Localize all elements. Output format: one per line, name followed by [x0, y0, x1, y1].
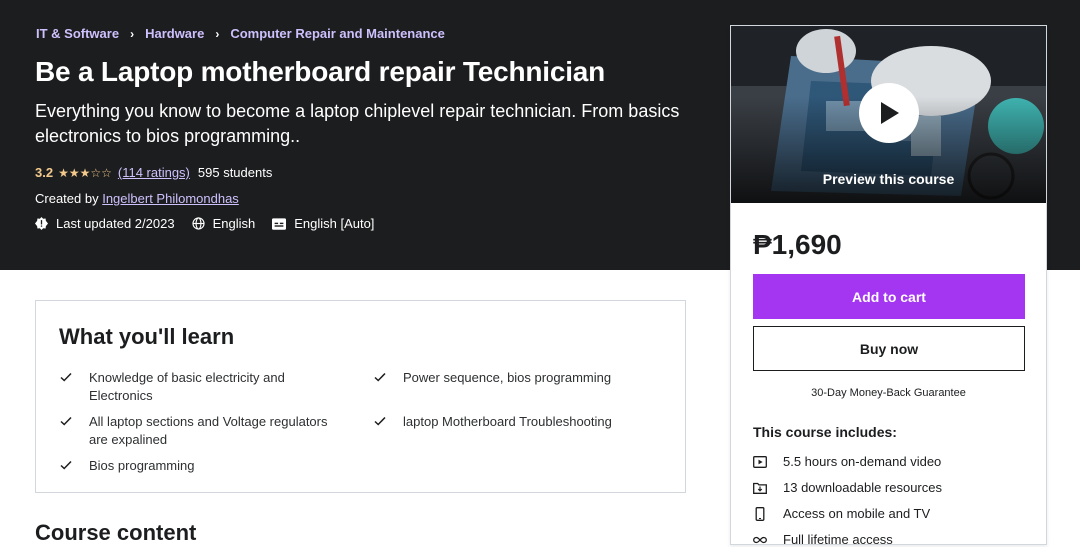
preview-label: Preview this course [822, 171, 955, 187]
course-preview-video[interactable]: Preview this course [731, 26, 1046, 203]
check-icon [60, 372, 72, 382]
learn-item: All laptop sections and Voltage regulato… [59, 413, 349, 449]
learn-item: Bios programming [59, 457, 349, 475]
course-meta: Last updated 2/2023 English English [Aut… [35, 216, 391, 231]
play-button[interactable] [859, 83, 919, 143]
includes-title: This course includes: [753, 424, 897, 440]
buy-now-button[interactable]: Buy now [753, 326, 1025, 371]
ratings-count-link[interactable]: (114 ratings) [118, 165, 190, 180]
instructor-link[interactable]: Ingelbert Philomondhas [102, 191, 239, 206]
includes-item: 5.5 hours on-demand video [753, 454, 941, 469]
breadcrumb-computer-repair[interactable]: Computer Repair and Maintenance [230, 26, 445, 41]
course-content-heading: Course content [35, 520, 197, 545]
last-updated: Last updated 2/2023 [35, 216, 175, 231]
breadcrumb-it-software[interactable]: IT & Software [36, 26, 119, 41]
closed-captions-icon [272, 217, 287, 230]
created-by-label: Created by [35, 191, 99, 206]
download-icon [753, 482, 767, 494]
check-icon [374, 416, 386, 426]
check-icon [60, 460, 72, 470]
includes-item: Access on mobile and TV [753, 506, 930, 521]
includes-item: Full lifetime access [753, 532, 893, 547]
check-icon [60, 416, 72, 426]
students-count: 595 students [197, 165, 273, 180]
video-icon [753, 455, 767, 468]
money-back-guarantee: 30-Day Money-Back Guarantee [811, 387, 966, 399]
rating-row: 3.2 ★★★☆☆ (114 ratings) 595 students [35, 165, 272, 180]
captions: English [Auto] [272, 216, 374, 231]
play-icon [881, 102, 899, 124]
course-title: Be a Laptop motherboard repair Technicia… [35, 56, 606, 87]
learn-heading: What you'll learn [59, 324, 235, 349]
chevron-right-icon: › [130, 26, 135, 41]
alert-badge-icon [35, 217, 48, 230]
course-subtitle: Everything you know to become a laptop c… [35, 101, 680, 146]
rating-value: 3.2 [35, 165, 54, 180]
learn-item: Knowledge of basic electricity and Elect… [59, 369, 314, 405]
includes-item: 13 downloadable resources [753, 480, 942, 495]
star-rating-icon: ★★★☆☆ [58, 165, 112, 180]
learn-item: Power sequence, bios programming [373, 369, 663, 387]
infinity-icon [753, 536, 767, 543]
breadcrumb-hardware[interactable]: Hardware [145, 26, 204, 41]
created-by: Created by Ingelbert Philomondhas [35, 191, 239, 206]
breadcrumb: IT & Software › Hardware › Computer Repa… [36, 26, 445, 41]
course-price: ₱1,690 [753, 229, 842, 260]
mobile-icon [755, 506, 765, 521]
language: English [191, 216, 255, 231]
check-icon [374, 372, 386, 382]
purchase-sidebar: Preview this course ₱1,690 Add to cart B… [730, 25, 1047, 547]
add-to-cart-button[interactable]: Add to cart [753, 274, 1025, 319]
what-youll-learn-box: What you'll learn Knowledge of basic ele… [35, 300, 686, 493]
globe-icon [191, 217, 205, 230]
learn-item: laptop Motherboard Troubleshooting [373, 413, 663, 431]
chevron-right-icon: › [215, 26, 220, 41]
